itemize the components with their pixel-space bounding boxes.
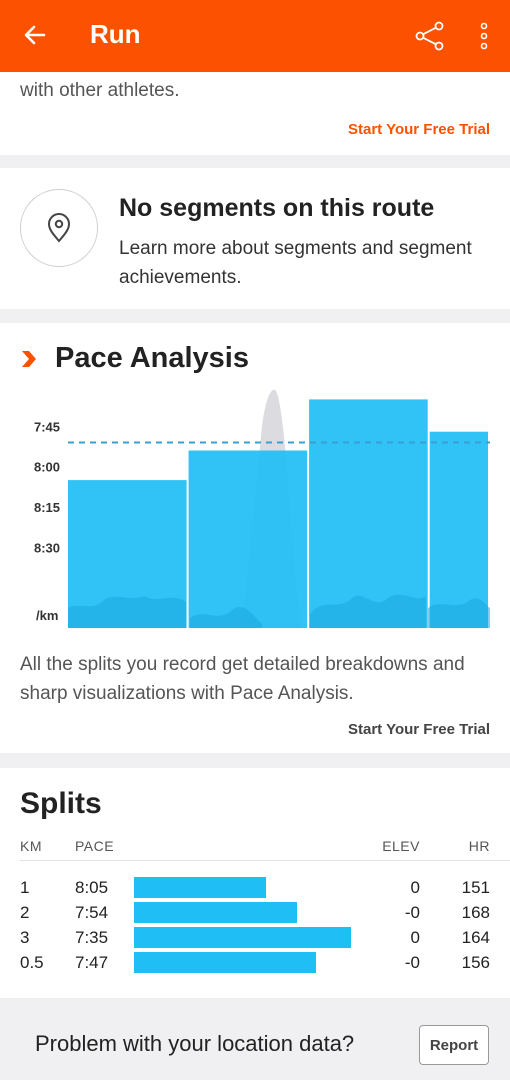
y-tick-label: 8:00 bbox=[34, 460, 60, 475]
split-row: 0.5 7:47 -0 156 bbox=[0, 951, 510, 976]
y-unit-label: /km bbox=[36, 608, 58, 623]
segment-icon-badge bbox=[20, 189, 98, 267]
column-header-pace: PACE bbox=[75, 838, 115, 854]
column-header-elev: ELEV bbox=[382, 838, 420, 854]
split-pace-bar bbox=[134, 952, 316, 973]
split-km: 3 bbox=[20, 928, 30, 947]
premium-card-text: with other athletes. bbox=[20, 80, 180, 101]
report-button[interactable]: Report bbox=[419, 1025, 489, 1065]
segments-description[interactable]: Learn more about segments and segment ac… bbox=[119, 234, 479, 292]
splits-title: Splits bbox=[20, 787, 102, 820]
header-divider bbox=[20, 860, 510, 861]
location-problem-text: Problem with your location data? bbox=[35, 1031, 355, 1056]
segments-title: No segments on this route bbox=[119, 194, 435, 222]
split-km: 1 bbox=[20, 878, 30, 897]
split-pace: 7:54 bbox=[75, 903, 109, 922]
split-elev: -0 bbox=[404, 903, 420, 922]
pace-start-free-trial-link[interactable]: Start Your Free Trial bbox=[348, 721, 490, 738]
split-row: 3 7:35 0 164 bbox=[0, 926, 510, 951]
back-arrow-icon[interactable] bbox=[22, 22, 48, 48]
split-hr: 164 bbox=[461, 928, 490, 947]
split-elev: -0 bbox=[404, 953, 420, 972]
app-bar: Run bbox=[0, 0, 510, 72]
y-tick-label: 7:45 bbox=[34, 419, 60, 434]
share-icon[interactable] bbox=[414, 20, 446, 52]
split-row: 1 8:05 0 151 bbox=[0, 876, 510, 901]
pace-bar bbox=[429, 431, 488, 628]
split-hr: 151 bbox=[461, 878, 490, 897]
split-pace-bar bbox=[134, 902, 297, 923]
y-tick-label: 8:30 bbox=[34, 540, 60, 555]
split-pace: 8:05 bbox=[75, 878, 109, 897]
split-km: 0.5 bbox=[20, 953, 44, 972]
pace-bar bbox=[309, 399, 428, 628]
more-vertical-icon[interactable] bbox=[474, 20, 494, 52]
page-title: Run bbox=[90, 19, 141, 49]
split-pace: 7:35 bbox=[75, 928, 109, 947]
premium-chevron-icon bbox=[22, 351, 36, 367]
location-pin-icon bbox=[47, 213, 71, 243]
split-pace: 7:47 bbox=[75, 953, 109, 972]
split-hr: 156 bbox=[461, 953, 490, 972]
start-free-trial-link[interactable]: Start Your Free Trial bbox=[348, 121, 490, 138]
pace-analysis-description: All the splits you record get detailed b… bbox=[20, 654, 465, 704]
column-header-km: KM bbox=[20, 838, 42, 854]
split-elev: 0 bbox=[410, 878, 420, 897]
split-elev: 0 bbox=[410, 928, 420, 947]
split-pace-bar bbox=[134, 927, 351, 948]
pace-analysis-chart: 7:45 8:00 8:15 8:30 /km bbox=[34, 389, 490, 628]
pace-analysis-title: Pace Analysis bbox=[55, 342, 249, 374]
split-km: 2 bbox=[20, 903, 30, 922]
split-pace-bar bbox=[134, 877, 266, 898]
column-header-hr: HR bbox=[468, 838, 490, 854]
split-hr: 168 bbox=[461, 903, 490, 922]
y-tick-label: 8:15 bbox=[34, 500, 60, 515]
pace-bar bbox=[188, 450, 308, 628]
split-row: 2 7:54 -0 168 bbox=[0, 901, 510, 926]
